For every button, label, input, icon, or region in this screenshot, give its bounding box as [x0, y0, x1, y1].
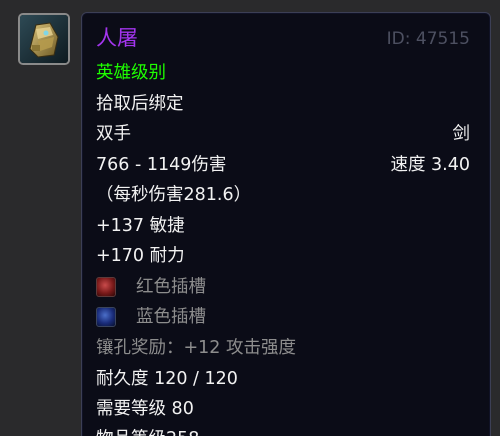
- dps-line: （每秒伤害281.6）: [96, 185, 252, 205]
- item-tooltip: 人屠 ID: 47515 英雄级别 拾取后绑定 双手 剑 766 - 1149伤…: [81, 12, 491, 436]
- socket-blue-label: 蓝色插槽: [136, 307, 206, 327]
- required-level: 需要等级 80: [96, 399, 194, 419]
- slot-label: 双手: [96, 124, 131, 144]
- stat-agility: +137 敏捷: [96, 216, 185, 236]
- screen: 人屠 ID: 47515 英雄级别 拾取后绑定 双手 剑 766 - 1149伤…: [0, 0, 500, 436]
- blue-socket-icon: [96, 307, 116, 327]
- quality-line: 英雄级别: [96, 63, 166, 83]
- red-socket-icon: [96, 277, 116, 297]
- damage-row: 766 - 1149伤害 速度 3.40: [96, 154, 470, 176]
- socket-red-label: 红色插槽: [136, 277, 206, 297]
- durability: 耐久度 120 / 120: [96, 369, 238, 389]
- item-id: ID: 47515: [386, 29, 470, 49]
- item-level: 物品等级258: [96, 428, 470, 436]
- damage-range: 766 - 1149伤害: [96, 155, 227, 175]
- weapon-speed: 速度 3.40: [390, 155, 470, 175]
- bind-line: 拾取后绑定: [96, 94, 184, 114]
- stat-stamina: +170 耐力: [96, 246, 185, 266]
- item-glove-icon[interactable]: [18, 13, 70, 65]
- weapon-type: 剑: [452, 124, 471, 144]
- slot-row: 双手 剑: [96, 123, 470, 145]
- socket-bonus: 镶孔奖励：+12 攻击强度: [96, 338, 296, 358]
